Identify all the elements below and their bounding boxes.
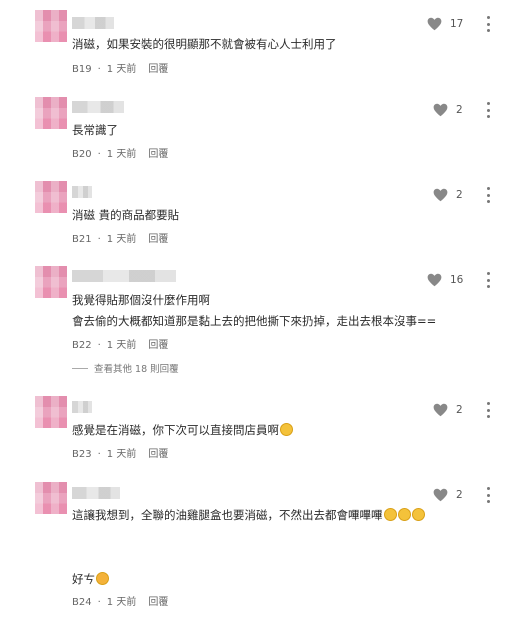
avatar[interactable]	[35, 396, 67, 428]
comment-meta: B20 · 1 天前 回覆	[72, 145, 174, 160]
comment-text: 感覺是在消磁，你下次可以直接問店員啊	[72, 422, 293, 438]
smile-emoji-icon	[280, 423, 293, 436]
view-more-replies-label: 查看其他 18 則回覆	[94, 364, 179, 375]
floor-number: B23	[72, 449, 92, 460]
comment-text-line-2: 好ㄘ	[72, 571, 109, 587]
view-more-replies-link[interactable]: 查看其他 18 則回覆	[72, 361, 179, 375]
heart-icon	[433, 403, 448, 417]
comment-text: 消磁，如果安裝的很明顯那不就會被有心人士利用了	[72, 37, 337, 51]
more-vertical-icon[interactable]	[485, 272, 491, 288]
divider-line	[72, 367, 88, 369]
like-button[interactable]: 2	[433, 487, 463, 503]
floor-number: B24	[72, 597, 92, 608]
username-blurred[interactable]	[72, 17, 114, 29]
like-count: 2	[456, 404, 463, 416]
comment-time: 1 天前	[106, 597, 137, 608]
more-vertical-icon[interactable]	[485, 102, 491, 118]
like-count: 2	[456, 489, 463, 501]
heart-icon	[427, 273, 442, 287]
heart-icon	[427, 17, 442, 31]
comment-meta: B21 · 1 天前 回覆	[72, 230, 174, 245]
username-blurred[interactable]	[72, 487, 120, 499]
comment-meta: B22 · 1 天前 回覆	[72, 336, 174, 351]
username-blurred[interactable]	[72, 101, 124, 113]
comment-meta: B23 · 1 天前 回覆	[72, 445, 174, 460]
comment-time: 1 天前	[106, 340, 137, 351]
smile-emoji-icon	[411, 508, 425, 521]
floor-number: B22	[72, 340, 92, 351]
comment-text-line-2: 會去偷的大概都知道那是黏上去的把他撕下來扔掉，走出去根本沒事==	[72, 314, 437, 328]
floor-number: B20	[72, 149, 92, 160]
more-vertical-icon[interactable]	[485, 487, 491, 503]
like-button[interactable]: 17	[427, 16, 463, 32]
heart-icon	[433, 188, 448, 202]
comment-meta: B24 · 1 天前 回覆	[72, 593, 174, 608]
separator: ·	[97, 234, 101, 245]
comment-text-body: 好ㄘ	[72, 572, 95, 586]
like-button[interactable]: 2	[433, 187, 463, 203]
smile-emoji-icon	[383, 508, 397, 521]
comment-text: 消磁 貴的商品都要貼	[72, 208, 180, 222]
username-blurred[interactable]	[72, 401, 92, 413]
comment-time: 1 天前	[106, 449, 137, 460]
heart-icon	[433, 488, 448, 502]
like-button[interactable]: 2	[433, 402, 463, 418]
reply-button[interactable]: 回覆	[148, 234, 168, 245]
separator: ·	[97, 149, 101, 160]
separator: ·	[97, 597, 101, 608]
like-count: 16	[450, 274, 464, 286]
floor-number: B21	[72, 234, 92, 245]
heart-icon	[433, 103, 448, 117]
comment-meta: B19 · 1 天前 回覆	[72, 60, 174, 75]
comment-text-line-1: 我覺得貼那個沒什麼作用啊	[72, 293, 210, 307]
avatar[interactable]	[35, 10, 67, 42]
heart-eyes-emoji-icon	[96, 572, 109, 585]
reply-button[interactable]: 回覆	[148, 597, 168, 608]
comment-text-body: 感覺是在消磁，你下次可以直接問店員啊	[72, 423, 279, 437]
like-button[interactable]: 16	[427, 272, 463, 288]
reply-button[interactable]: 回覆	[148, 149, 168, 160]
avatar[interactable]	[35, 482, 67, 514]
comment-time: 1 天前	[106, 149, 137, 160]
more-vertical-icon[interactable]	[485, 402, 491, 418]
reply-button[interactable]: 回覆	[148, 449, 168, 460]
like-count: 17	[450, 18, 464, 30]
comment-time: 1 天前	[106, 64, 137, 75]
smile-emoji-icon	[397, 508, 411, 521]
comment-text: 長常識了	[72, 123, 118, 137]
like-button[interactable]: 2	[433, 102, 463, 118]
username-blurred[interactable]	[72, 270, 176, 282]
comment-text-line-1: 這讓我想到，全聯的油雞腿盒也要消磁，不然出去都會嗶嗶嗶	[72, 507, 425, 523]
floor-number: B19	[72, 64, 92, 75]
separator: ·	[97, 340, 101, 351]
like-count: 2	[456, 189, 463, 201]
avatar[interactable]	[35, 266, 67, 298]
more-vertical-icon[interactable]	[485, 16, 491, 32]
reply-button[interactable]: 回覆	[148, 64, 168, 75]
more-vertical-icon[interactable]	[485, 187, 491, 203]
username-blurred[interactable]	[72, 186, 92, 198]
separator: ·	[97, 449, 101, 460]
comment-text-body: 這讓我想到，全聯的油雞腿盒也要消磁，不然出去都會嗶嗶嗶	[72, 508, 383, 522]
avatar[interactable]	[35, 181, 67, 213]
reply-button[interactable]: 回覆	[148, 340, 168, 351]
separator: ·	[97, 64, 101, 75]
avatar[interactable]	[35, 97, 67, 129]
like-count: 2	[456, 104, 463, 116]
comment-time: 1 天前	[106, 234, 137, 245]
